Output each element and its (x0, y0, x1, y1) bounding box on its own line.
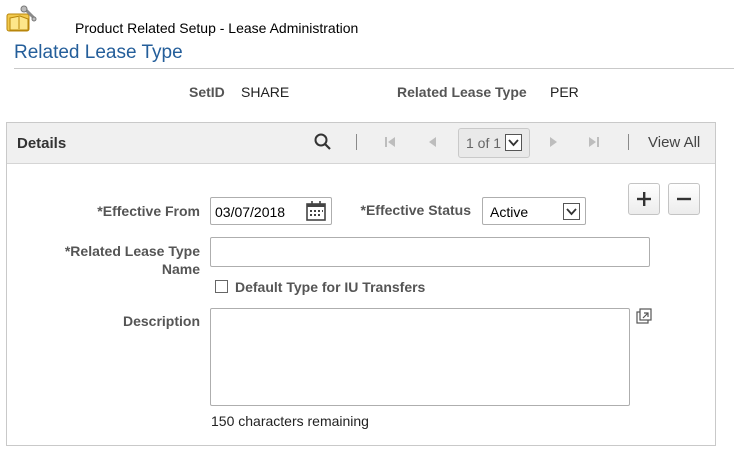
calendar-icon[interactable] (305, 200, 327, 222)
add-row-button[interactable] (628, 183, 660, 215)
lease-type-name-input[interactable] (210, 237, 650, 267)
search-icon[interactable] (314, 133, 332, 151)
pager-text: 1 of 1 (466, 135, 502, 151)
lease-type-name-label-line1: *Related Lease Type (64, 243, 200, 259)
title-divider (14, 68, 734, 69)
delete-row-button[interactable] (668, 183, 700, 215)
view-all-link[interactable]: View All (648, 134, 700, 151)
details-header-bar (7, 123, 715, 164)
related-lease-type-value: PER (550, 84, 579, 100)
details-title: Details (17, 135, 67, 152)
default-type-label: Default Type for IU Transfers (235, 279, 426, 295)
plus-icon (637, 192, 651, 206)
minus-icon (677, 197, 691, 201)
effective-status-label: *Effective Status (360, 202, 471, 218)
toolbar-separator (356, 134, 357, 150)
breadcrumb: Product Related Setup - Lease Administra… (75, 20, 359, 36)
chevron-down-icon (566, 208, 577, 216)
last-page-icon[interactable] (588, 136, 600, 148)
chevron-down-icon (508, 139, 519, 147)
default-type-checkbox[interactable] (215, 280, 228, 293)
first-page-icon[interactable] (384, 136, 396, 148)
effective-status-value: Active (490, 204, 529, 220)
effective-from-value: 03/07/2018 (215, 204, 286, 220)
next-icon[interactable] (549, 136, 559, 148)
related-lease-type-label: Related Lease Type (397, 84, 527, 100)
previous-icon[interactable] (427, 136, 437, 148)
setid-value: SHARE (241, 84, 290, 100)
folder-book-icon (6, 5, 37, 32)
effective-from-label: *Effective From (97, 203, 200, 219)
page-title: Related Lease Type (14, 42, 183, 63)
expand-popup-icon[interactable] (636, 308, 652, 324)
description-label: Description (122, 313, 200, 329)
toolbar-separator (628, 134, 629, 150)
setid-label: SetID (189, 84, 225, 100)
description-textarea[interactable] (210, 308, 630, 406)
characters-remaining: 150 characters remaining (211, 413, 369, 429)
lease-type-name-label-line2: Name (161, 261, 200, 277)
